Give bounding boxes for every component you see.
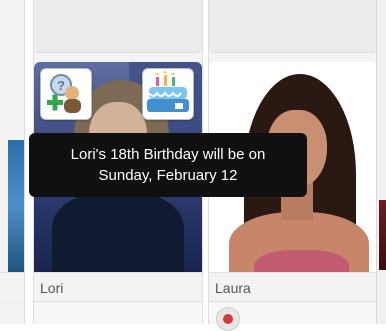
card-partial-right [376, 0, 386, 324]
name-partial [0, 272, 24, 299]
tooltip-line-1: Lori's 18th Birthday will be on [70, 146, 266, 163]
tooltip-line-2: Sunday, February 12 [98, 167, 238, 184]
member-name-laura[interactable]: Laura [209, 272, 377, 302]
birthday-cake-icon[interactable] [142, 68, 194, 120]
member-name-lori[interactable]: Lori [34, 272, 202, 302]
card-partial-left [0, 0, 25, 324]
photo-partial [8, 140, 24, 272]
photo-partial [379, 200, 386, 270]
svg-text:?: ? [57, 78, 65, 93]
red-dot-icon[interactable] [216, 307, 240, 331]
card-footer [34, 302, 202, 324]
birthday-tooltip: Lori's 18th Birthday will be on Sunday, … [29, 133, 307, 197]
card-top-area [209, 0, 377, 53]
add-user-icon[interactable]: ? [40, 68, 92, 120]
card-top-area [34, 0, 202, 53]
